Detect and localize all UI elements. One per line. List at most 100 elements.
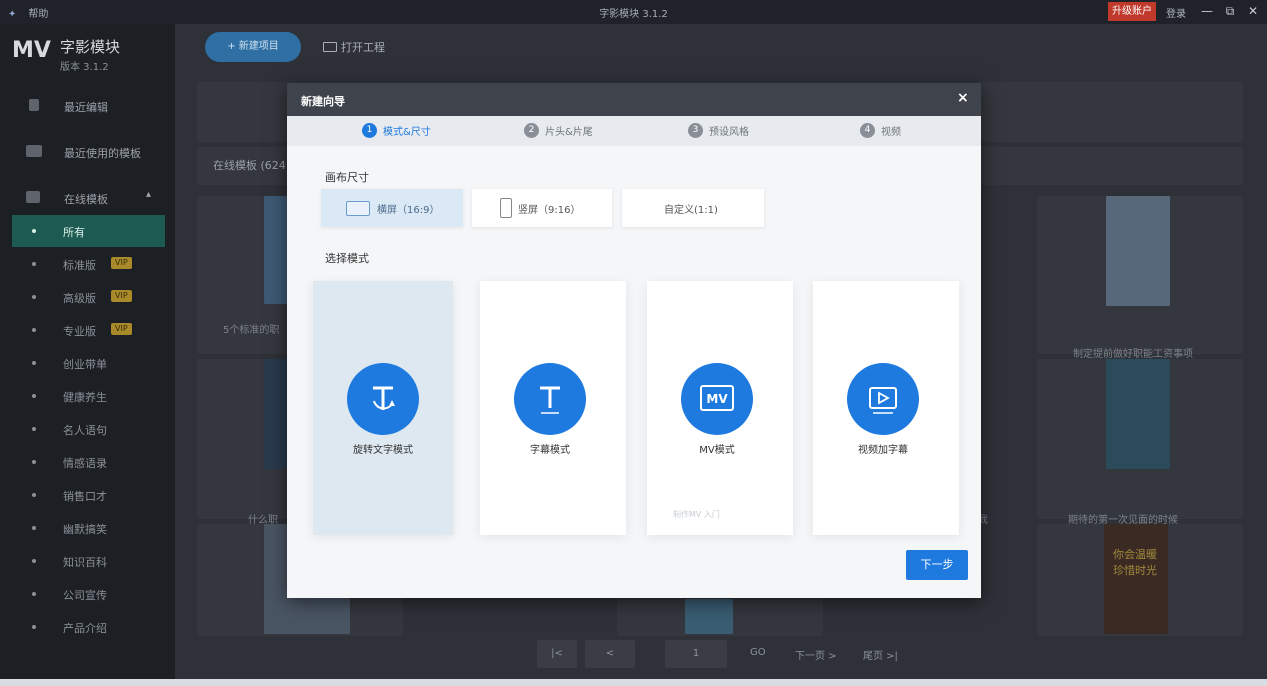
landscape-icon [346, 201, 370, 216]
template-card[interactable] [617, 599, 823, 636]
step-preset-style[interactable]: 3 预设风格 [688, 123, 749, 139]
new-wizard-dialog: 新建向导 × 1 模式&尺寸 2 片头&片尾 3 预设风格 4 视频 画布尺寸 横屏（1… [287, 83, 981, 598]
bullet-icon [32, 427, 36, 431]
template-card[interactable] [1037, 196, 1243, 354]
sidebar-sub-label: 销售口才 [63, 490, 107, 503]
sidebar-sub-label: 所有 [63, 226, 85, 239]
rotate-text-icon [347, 363, 419, 435]
mode-mv-card[interactable]: MV MV模式 制作MV 入门 [647, 281, 793, 535]
step-video[interactable]: 4 视频 [860, 123, 901, 139]
mode-subtitle-card[interactable]: 字幕模式 [480, 281, 626, 535]
bullet-icon [32, 526, 36, 530]
pager-last[interactable]: 尾页 >| [863, 647, 898, 662]
sidebar-sub-company[interactable]: 公司宣传 [12, 578, 165, 610]
next-step-button[interactable]: 下一步 [906, 550, 968, 580]
pager-prev[interactable]: < [585, 640, 635, 668]
bullet-icon [32, 625, 36, 629]
size-label: 横屏（16:9） [377, 205, 440, 216]
sidebar-item-label: 最近编辑 [64, 101, 108, 114]
sidebar-sub-standard[interactable]: 标准版 VIP [12, 248, 165, 280]
bullet-icon [32, 295, 36, 299]
template-caption: 5个标准的职 [223, 325, 280, 336]
sidebar: MV 字影模块 版本 3.1.2 最近编辑 最近使用的模板 在线模板 ▴ 所有 … [0, 24, 175, 686]
pager-next[interactable]: 下一页 > [795, 647, 837, 662]
sidebar-sub-label: 情感语录 [63, 457, 107, 470]
vip-badge: VIP [111, 257, 132, 269]
upgrade-button[interactable]: 升级账户 [1108, 2, 1156, 21]
template-caption: 制定提前做好职能工资事项 [1073, 349, 1193, 360]
bullet-icon [32, 394, 36, 398]
sidebar-sub-startup[interactable]: 创业带单 [12, 347, 165, 379]
pager-go[interactable]: GO [750, 647, 766, 658]
size-label: 竖屏（9:16） [518, 205, 581, 216]
step-mode-size[interactable]: 1 模式&尺寸 [362, 123, 431, 139]
step-number: 4 [860, 123, 875, 138]
mode-video-subtitle-card[interactable]: 视频加字幕 [813, 281, 959, 535]
monitor-icon [26, 191, 40, 203]
text-icon [514, 363, 586, 435]
mode-label: 视频加字幕 [858, 445, 908, 456]
step-number: 1 [362, 123, 377, 138]
sidebar-sub-emotion[interactable]: 情感语录 [12, 446, 165, 478]
bullet-icon [32, 262, 36, 266]
template-card[interactable]: 你会温暖 珍惜时光 [1037, 524, 1243, 636]
mode-label: 字幕模式 [530, 445, 570, 456]
bullet-icon [32, 493, 36, 497]
chevron-up-icon: ▴ [146, 189, 152, 200]
close-window-icon[interactable]: ✕ [1244, 3, 1262, 19]
sidebar-sub-label: 创业带单 [63, 358, 107, 371]
sidebar-sub-health[interactable]: 健康养生 [12, 380, 165, 412]
sidebar-sub-humor[interactable]: 幽默搞笑 [12, 512, 165, 544]
app-version: 版本 3.1.2 [60, 62, 109, 73]
portrait-icon [500, 198, 512, 218]
pager-first[interactable]: |< [537, 640, 577, 668]
login-link[interactable]: 登录 [1166, 5, 1186, 20]
sidebar-item-recent-edit[interactable]: 最近编辑 [0, 90, 175, 122]
canvas-size-label: 画布尺寸 [325, 171, 369, 184]
bullet-icon [32, 361, 36, 365]
open-project-label: 打开工程 [341, 41, 385, 54]
sidebar-sub-sales[interactable]: 销售口才 [12, 479, 165, 511]
dialog-header: 新建向导 × [287, 83, 981, 116]
app-name: 字影模块 [60, 38, 121, 56]
bullet-icon [32, 229, 36, 233]
sidebar-sub-label: 高级版 [63, 292, 96, 305]
thumbnail-text: 珍惜时光 [1113, 564, 1157, 577]
bullet-icon [32, 592, 36, 596]
sidebar-sub-label: 知识百科 [63, 556, 107, 569]
pager-page-input[interactable]: 1 [665, 640, 727, 668]
template-card[interactable] [1037, 359, 1243, 519]
mode-faint-text: 制作MV 入门 [673, 510, 720, 519]
mode-label: MV模式 [699, 445, 735, 456]
step-intro-outro[interactable]: 2 片头&片尾 [524, 123, 593, 139]
sidebar-sub-product[interactable]: 产品介绍 [12, 611, 165, 643]
bullet-icon [32, 328, 36, 332]
sidebar-sub-label: 产品介绍 [63, 622, 107, 635]
sidebar-sub-label: 专业版 [63, 325, 96, 338]
restore-icon[interactable]: ⧉ [1221, 3, 1239, 19]
open-project-button[interactable]: 打开工程 [323, 39, 385, 55]
step-label: 片头&片尾 [545, 127, 593, 138]
select-mode-label: 选择模式 [325, 252, 369, 265]
sidebar-sub-quotes[interactable]: 名人语句 [12, 413, 165, 445]
close-icon[interactable]: × [957, 90, 969, 106]
sidebar-sub-label: 标准版 [63, 259, 96, 272]
new-project-button[interactable]: + 新建项目 [205, 32, 301, 62]
bullet-icon [32, 460, 36, 464]
online-template-count: 在线模板 (624 [213, 159, 286, 172]
template-icon [26, 145, 42, 157]
mode-rotate-text-card[interactable]: 旋转文字模式 [313, 281, 453, 535]
sidebar-item-recent-templates[interactable]: 最近使用的模板 [0, 136, 175, 168]
template-thumbnail [1106, 359, 1170, 469]
step-label: 模式&尺寸 [383, 127, 431, 138]
sidebar-sub-knowledge[interactable]: 知识百科 [12, 545, 165, 577]
sidebar-sub-pro[interactable]: 专业版 VIP [12, 314, 165, 346]
sidebar-item-online-templates[interactable]: 在线模板 ▴ [0, 182, 175, 214]
sidebar-sub-advanced[interactable]: 高级版 VIP [12, 281, 165, 313]
minimize-icon[interactable]: — [1198, 3, 1216, 19]
vip-badge: VIP [111, 323, 132, 335]
size-landscape-option[interactable]: 横屏（16:9） [321, 189, 463, 227]
sidebar-sub-all[interactable]: 所有 [12, 215, 165, 247]
size-custom-option[interactable]: 自定义(1:1) [622, 189, 764, 227]
size-portrait-option[interactable]: 竖屏（9:16） [472, 189, 612, 227]
